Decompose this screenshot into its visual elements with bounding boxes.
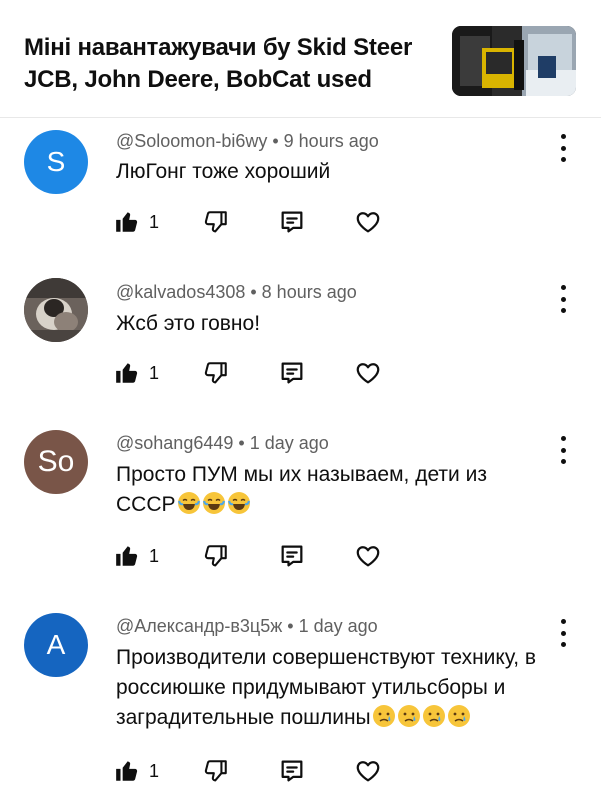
reply-button[interactable] (278, 539, 306, 573)
crying-emoji-icon (371, 705, 396, 729)
more-options-icon[interactable] (552, 134, 574, 162)
like-button[interactable]: 1 (114, 205, 159, 239)
comment-text-content: Производители совершенствуют технику, в … (116, 646, 537, 729)
comment-text: Жсб это говно! (116, 309, 556, 339)
heart-icon (356, 212, 380, 233)
avatar[interactable] (24, 278, 88, 342)
avatar-photo (24, 278, 88, 342)
video-thumbnail[interactable] (452, 26, 576, 96)
avatar-letter: А (46, 629, 66, 660)
header-divider (0, 117, 601, 118)
comment-actions: 1 (114, 539, 414, 573)
like-count: 1 (149, 760, 160, 781)
like-count: 1 (149, 362, 160, 383)
meta-separator: • (233, 433, 250, 453)
comment-actions: 1 (114, 356, 414, 390)
reply-icon (281, 545, 303, 567)
laughing-emoji-icon (201, 492, 226, 516)
comment-time[interactable]: 1 day ago (299, 616, 378, 636)
dislike-button[interactable] (203, 754, 229, 788)
laughing-emoji-icon (176, 492, 201, 516)
reply-icon (281, 211, 303, 233)
comment-meta: @kalvados4308 • 8 hours ago (116, 282, 357, 303)
comment-text: Производители совершенствуют технику, в … (116, 643, 561, 733)
video-header[interactable]: Міні навантажувачи бу Skid Steer JCB, Jo… (0, 0, 601, 118)
like-button[interactable]: 1 (114, 539, 159, 573)
thumbs-down-icon (204, 362, 227, 384)
comment-time[interactable]: 8 hours ago (262, 282, 357, 302)
comment-text-content: ЛюГонг тоже хороший (116, 160, 331, 183)
like-count: 1 (149, 211, 160, 232)
more-options-icon[interactable] (552, 285, 574, 313)
avatar[interactable]: So (24, 430, 88, 494)
comment-text-content: Просто ПУМ мы их называем, дети из СССР (116, 463, 487, 516)
heart-icon (356, 363, 380, 384)
comment-meta: @Soloomon-bi6wy • 9 hours ago (116, 131, 379, 152)
reply-icon (281, 362, 303, 384)
comment-time[interactable]: 9 hours ago (284, 131, 379, 151)
avatar[interactable]: А (24, 613, 88, 677)
avatar-letter: So (37, 445, 75, 478)
comment-author[interactable]: @Александр-в3ц5ж (116, 616, 282, 636)
avatar[interactable]: S (24, 130, 88, 194)
avatar-letter: S (46, 146, 66, 177)
heart-icon (356, 761, 380, 782)
thumbs-down-icon (204, 545, 227, 567)
comment-author[interactable]: @kalvados4308 (116, 282, 245, 302)
dislike-button[interactable] (203, 205, 229, 239)
like-count: 1 (149, 545, 160, 566)
heart-button[interactable] (354, 754, 382, 788)
crying-emoji-icon (421, 705, 446, 729)
video-title[interactable]: Міні навантажувачи бу Skid Steer JCB, Jo… (24, 32, 434, 96)
meta-separator: • (245, 282, 262, 302)
heart-button[interactable] (354, 356, 382, 390)
comment-text: ЛюГонг тоже хороший (116, 157, 556, 187)
dislike-button[interactable] (203, 539, 229, 573)
thumbs-down-icon (204, 211, 227, 233)
comment-meta: @Александр-в3ц5ж • 1 day ago (116, 616, 378, 637)
heart-button[interactable] (354, 539, 382, 573)
meta-separator: • (267, 131, 284, 151)
heart-button[interactable] (354, 205, 382, 239)
reply-icon (281, 760, 303, 782)
laughing-emoji-icon (226, 492, 251, 516)
comment-text-content: Жсб это говно! (116, 312, 261, 335)
comment-author[interactable]: @Soloomon-bi6wy (116, 131, 267, 151)
comment-author[interactable]: @sohang6449 (116, 433, 233, 453)
reply-button[interactable] (278, 754, 306, 788)
comment-actions: 1 (114, 754, 414, 788)
comment-actions: 1 (114, 205, 414, 239)
thumbs-up-icon (116, 761, 138, 781)
crying-emoji-icon (396, 705, 421, 729)
dislike-button[interactable] (203, 356, 229, 390)
comment-time[interactable]: 1 day ago (250, 433, 329, 453)
reply-button[interactable] (278, 356, 306, 390)
thumbs-down-icon (204, 760, 227, 782)
heart-icon (356, 546, 380, 567)
meta-separator: • (282, 616, 299, 636)
thumbs-up-icon (116, 363, 138, 383)
thumbs-up-icon (116, 546, 138, 566)
thumbs-up-icon (116, 212, 138, 232)
more-options-icon[interactable] (552, 436, 574, 464)
crying-emoji-icon (446, 705, 471, 729)
like-button[interactable]: 1 (114, 754, 159, 788)
comment-meta: @sohang6449 • 1 day ago (116, 433, 329, 454)
like-button[interactable]: 1 (114, 356, 159, 390)
comment-text: Просто ПУМ мы их называем, дети из СССР (116, 460, 526, 520)
more-options-icon[interactable] (552, 619, 574, 647)
reply-button[interactable] (278, 205, 306, 239)
